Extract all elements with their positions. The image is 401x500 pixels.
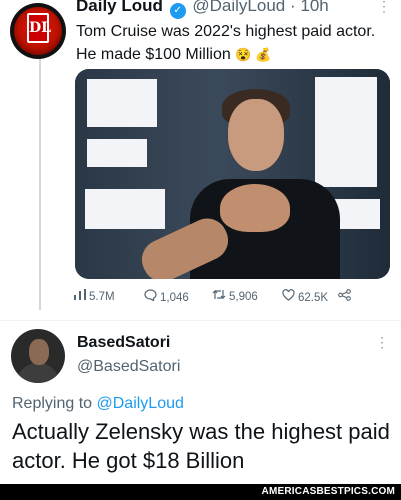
share-button[interactable] [338, 289, 354, 304]
avatar-logo-text: DL [27, 13, 51, 43]
reply-icon [144, 289, 157, 304]
sign-block [87, 139, 147, 167]
avatar-face [29, 339, 49, 365]
sign-block [85, 189, 165, 229]
like-button[interactable]: 62.5K [282, 289, 328, 304]
author-handle[interactable]: @DailyLoud [192, 0, 285, 15]
reply-button[interactable]: 1,046 [144, 289, 189, 304]
retweet-button[interactable]: 5,906 [212, 289, 258, 303]
like-count: 62.5K [298, 292, 329, 304]
avatar-dailyloud[interactable]: DL [10, 3, 66, 59]
watermark-bar: AMERICASBESTPICS.COM [0, 484, 401, 500]
retweet-count: 5,906 [229, 291, 258, 303]
like-icon [282, 289, 295, 304]
reply-text: Actually Zelensky was the highest paid a… [12, 419, 390, 473]
divider [0, 320, 401, 321]
tweet-time[interactable]: · 10h [290, 0, 329, 15]
tweet-header: Daily Loud ✓ @DailyLoud · 10h [76, 0, 329, 19]
replying-prefix: Replying to [12, 395, 97, 412]
share-icon [338, 289, 351, 304]
photo-person [135, 89, 340, 279]
thread-line [39, 52, 41, 310]
more-icon[interactable]: ⋮ [375, 334, 389, 351]
person-head [228, 99, 284, 171]
avatar-body [17, 363, 59, 383]
more-icon[interactable]: ⋮ [377, 0, 391, 15]
sign-block [87, 79, 157, 127]
tweet-emojis: 😵 💰 [235, 47, 272, 62]
tweet-text: Tom Cruise was 2022's highest paid actor… [76, 20, 386, 66]
replying-to: Replying to @DailyLoud [12, 395, 184, 413]
retweet-icon [212, 289, 226, 303]
views-value: 5.7M [89, 291, 115, 303]
views-count[interactable]: 5.7M [74, 289, 115, 303]
reply-author-handle[interactable]: @BasedSatori [77, 358, 180, 376]
avatar-basedsatori[interactable] [11, 329, 65, 383]
tweet-actions: 5.7M 1,046 5,906 62.5K [74, 289, 374, 309]
tweet-text-body: Tom Cruise was 2022's highest paid actor… [76, 23, 376, 63]
reply-count: 1,046 [160, 292, 189, 304]
verified-icon: ✓ [169, 3, 186, 19]
person-hands [220, 184, 290, 232]
tweet-photo[interactable] [75, 69, 390, 279]
reply-author-name[interactable]: BasedSatori [77, 334, 170, 352]
watermark: AMERICASBESTPICS.COM [261, 486, 395, 497]
replying-to-link[interactable]: @DailyLoud [97, 395, 184, 412]
views-icon [74, 289, 86, 303]
author-name[interactable]: Daily Loud [76, 0, 163, 15]
